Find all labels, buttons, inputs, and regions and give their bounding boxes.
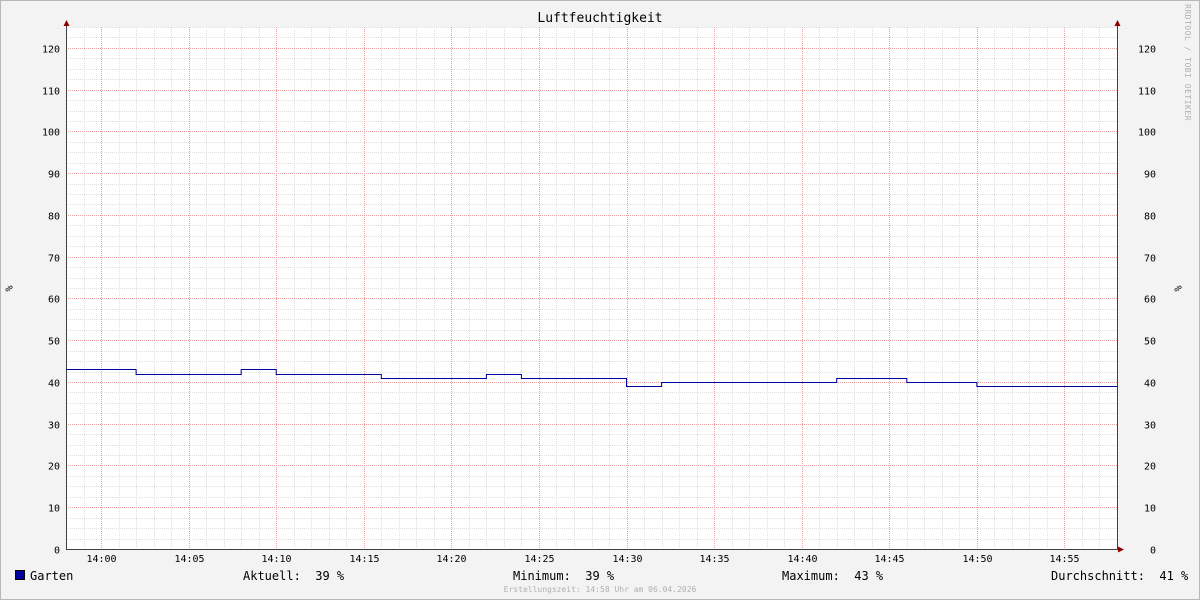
creation-time-footer: Erstellungszeit: 14:58 Uhr am 06.04.2026	[503, 585, 697, 594]
y-tick-label-right: 120	[1138, 45, 1156, 56]
x-tick-label: 14:40	[787, 554, 817, 565]
y-tick-label-left: 80	[48, 212, 60, 223]
y-tick-label-left: 120	[42, 45, 60, 56]
humidity-chart: 0 0 10 10 20 20 30 30 40 40 50 50 60 60 70 70 80 80 90 90 10…	[42, 20, 1156, 565]
legend-current: Aktuell: 39 %	[243, 569, 345, 583]
x-tick-label: 14:25	[524, 554, 554, 565]
y-tick-label-left: 20	[48, 462, 60, 473]
x-tick-label: 14:45	[874, 554, 904, 565]
y-tick-label-left: 110	[42, 87, 60, 98]
x-tick-label: 14:20	[436, 554, 466, 565]
y-axis-arrow-left	[63, 20, 70, 26]
x-tick-label: 14:00	[86, 554, 116, 565]
y-tick-label-left: 70	[48, 254, 60, 265]
y-tick-label-right: 40	[1144, 379, 1156, 390]
y-tick-label-right: 30	[1144, 421, 1156, 432]
y-axis-arrow-right	[1114, 20, 1121, 26]
y-tick-label-right: 60	[1144, 295, 1156, 306]
y-tick-label-right: 50	[1144, 337, 1156, 348]
x-tick-label: 14:50	[962, 554, 992, 565]
y-tick-label-right: 10	[1144, 504, 1156, 515]
legend-maximum: Maximum: 43 %	[782, 569, 884, 583]
y-tick-label-right: 100	[1138, 128, 1156, 139]
y-tick-label-right: 70	[1144, 254, 1156, 265]
x-tick-label: 14:10	[261, 554, 291, 565]
y-tick-label-left: 60	[48, 295, 60, 306]
legend-minimum: Minimum: 39 %	[513, 569, 615, 583]
legend-swatch-garten	[15, 570, 25, 580]
y-tick-label-right: 80	[1144, 212, 1156, 223]
x-tick-label: 14:30	[612, 554, 642, 565]
y-tick-label-right: 90	[1144, 170, 1156, 181]
y-tick-label-right: 110	[1138, 87, 1156, 98]
y-tick-label-right: 20	[1144, 462, 1156, 473]
x-tick-label: 14:15	[349, 554, 379, 565]
x-tick-label: 14:55	[1049, 554, 1079, 565]
y-tick-label-left: 10	[48, 504, 60, 515]
y-tick-label-left: 40	[48, 379, 60, 390]
y-tick-label-left: 0	[54, 546, 60, 557]
x-tick-label: 14:05	[174, 554, 204, 565]
legend-series-name: Garten	[30, 569, 74, 583]
x-tick-label: 14:35	[699, 554, 729, 565]
y-tick-label-right: 0	[1150, 546, 1156, 557]
y-tick-label-left: 50	[48, 337, 60, 348]
x-axis-arrow	[1118, 546, 1124, 553]
y-tick-label-left: 100	[42, 128, 60, 139]
y-tick-label-left: 30	[48, 421, 60, 432]
legend-average: Durchschnitt: 41 %	[1051, 569, 1189, 583]
y-tick-label-left: 90	[48, 170, 60, 181]
